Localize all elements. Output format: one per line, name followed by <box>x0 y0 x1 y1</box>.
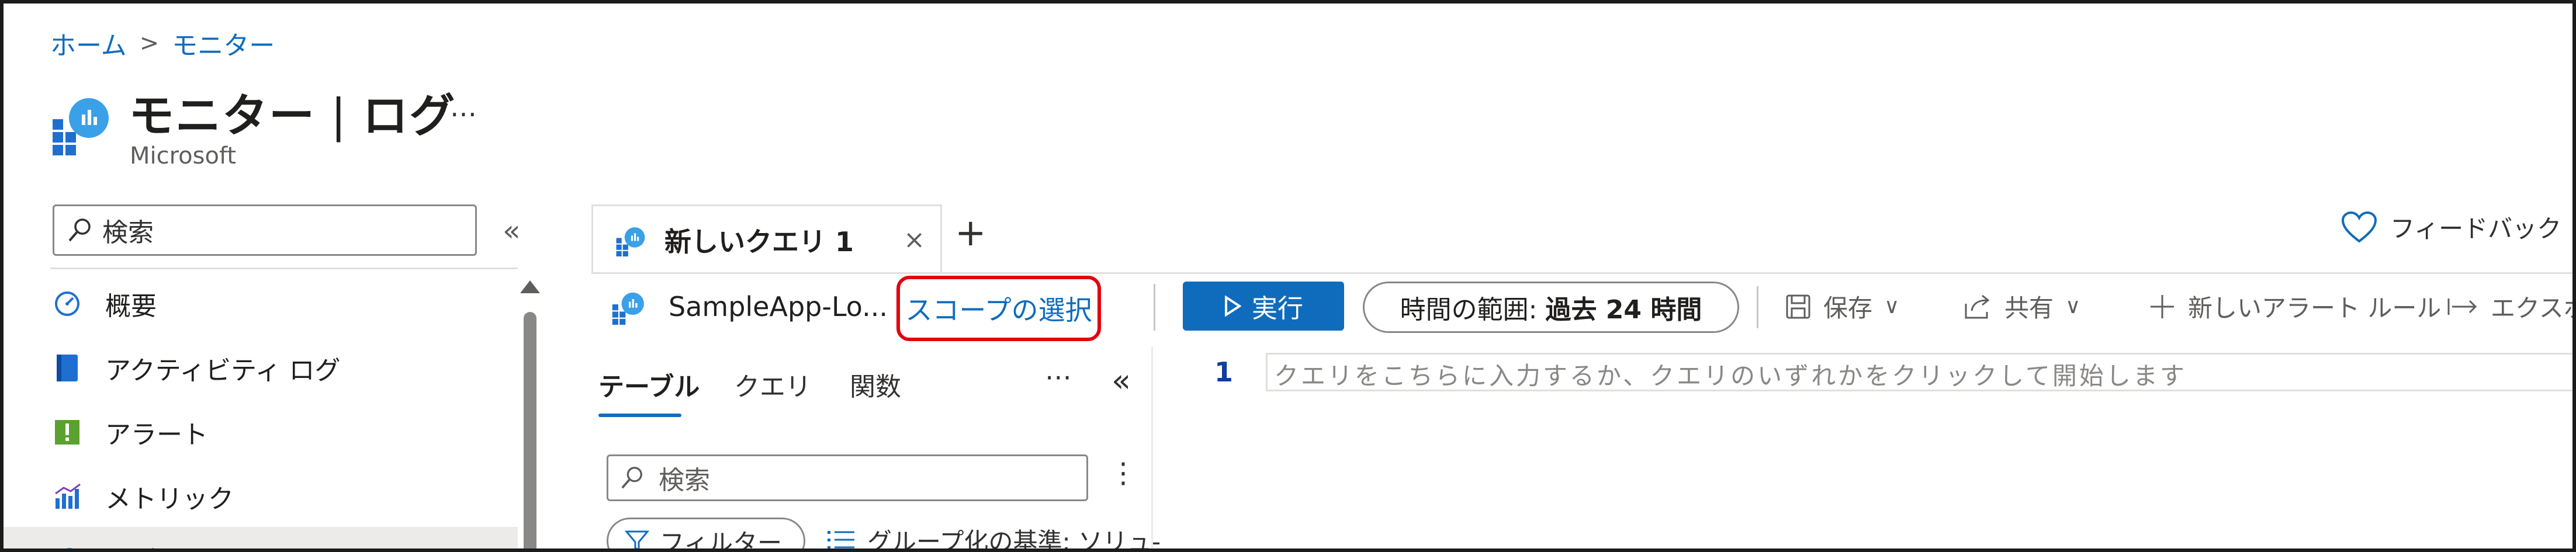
new-alert-rule-label: 新しいアラート ルール <box>2188 294 2442 322</box>
nav-search-placeholder: 検索 <box>102 218 154 248</box>
search-icon <box>68 218 91 242</box>
overview-gauge-icon <box>53 289 82 318</box>
metrics-icon <box>53 482 82 511</box>
panel-tab-functions[interactable]: 関数 <box>850 366 901 403</box>
heart-icon <box>2341 211 2377 243</box>
window-frame: ホーム > モニター モニター | ログ … Microsoft 検索 « 概要… <box>0 0 2576 552</box>
share-label: 共有 <box>2004 294 2054 322</box>
scope-resource-icon <box>611 289 646 327</box>
play-icon <box>1225 296 1241 317</box>
export-arrow-icon <box>2447 298 2477 315</box>
query-tab-icon <box>616 227 645 256</box>
scope-resource-name[interactable]: SampleApp-Lo... <box>669 291 888 322</box>
sidebar-item-label: メトリック <box>105 484 234 514</box>
nav-scrollbar-thumb[interactable] <box>524 312 536 548</box>
tab-label: 新しいクエリ 1 <box>664 225 854 258</box>
logs-icon <box>53 544 82 548</box>
list-icon <box>827 530 854 548</box>
sidebar-item-label: アラート <box>105 420 208 450</box>
time-range-button[interactable]: 時間の範囲: 過去 24 時間 <box>1363 282 1739 333</box>
tab-bar-divider <box>591 272 2572 274</box>
panel-tab-queries[interactable]: クエリ <box>734 366 811 403</box>
save-button[interactable]: 保存 ∨ <box>1785 289 1899 324</box>
sidebar-item-label: 概要 <box>105 291 157 321</box>
alert-icon <box>53 418 82 447</box>
sidebar-item-logs[interactable]: ログ <box>53 540 157 548</box>
group-by-label: グループ化の基準: ソリュ- <box>867 527 1161 552</box>
breadcrumb-separator: > <box>139 30 160 57</box>
sidebar-item-label: ログ <box>105 540 157 548</box>
breadcrumb-home-link[interactable]: ホーム <box>50 25 127 62</box>
panel-tab-tables[interactable]: テーブル <box>598 366 700 403</box>
search-icon <box>621 467 642 489</box>
sidebar-item-overview[interactable]: 概要 <box>53 285 157 322</box>
query-editor-placeholder: クエリをこちらに入力するか、クエリのいずれかをクリックして開始します <box>1274 362 2187 390</box>
page-title: モニター | ログ <box>129 90 456 143</box>
filter-label: フィルター <box>660 528 783 552</box>
panel-search-placeholder: 検索 <box>659 466 710 495</box>
filter-button[interactable]: フィルター <box>607 518 805 552</box>
panel-search-input[interactable]: 検索 <box>607 454 1088 501</box>
scroll-up-arrow-icon[interactable] <box>520 280 540 293</box>
grid-view-icon[interactable] <box>2571 215 2572 244</box>
time-range-value: 過去 24 時間 <box>1545 295 1702 325</box>
toolbar-separator <box>1154 284 1155 331</box>
breadcrumb-monitor-link[interactable]: モニター <box>172 25 275 62</box>
active-tab-indicator <box>598 414 681 417</box>
panel-divider <box>1151 347 1153 548</box>
activity-log-icon <box>53 353 82 383</box>
filter-icon <box>625 530 649 548</box>
select-scope-button[interactable]: スコープの選択 <box>896 276 1101 341</box>
page-subtitle: Microsoft <box>130 143 237 169</box>
share-button[interactable]: 共有 ∨ <box>1964 289 2080 324</box>
plus-icon <box>2151 294 2174 318</box>
chevron-down-icon: ∨ <box>1884 294 1900 318</box>
share-icon <box>1965 294 1990 318</box>
sidebar-item-alerts[interactable]: アラート <box>53 414 208 451</box>
sidebar-item-label: アクティビティ ログ <box>105 356 341 386</box>
nav-search-input[interactable]: 検索 <box>53 204 477 256</box>
header-more-button[interactable]: … <box>450 91 477 123</box>
save-icon <box>1786 294 1810 318</box>
add-tab-button[interactable]: + <box>955 211 986 255</box>
editor-line-number: 1 <box>1214 356 1234 388</box>
tab-close-icon[interactable]: × <box>903 225 925 255</box>
collapse-nav-button[interactable]: « <box>503 214 521 248</box>
nav-divider <box>50 268 518 269</box>
chevron-down-icon: ∨ <box>2065 294 2081 318</box>
toolbar-separator <box>1757 286 1758 328</box>
save-label: 保存 <box>1823 294 1873 322</box>
time-range-label: 時間の範囲: <box>1400 295 1538 325</box>
sidebar-item-activity-log[interactable]: アクティビティ ログ <box>53 349 341 387</box>
panel-options-button[interactable]: ⋮ <box>1109 457 1137 489</box>
feedback-button[interactable]: フィードバック <box>2341 209 2561 245</box>
sidebar-item-metrics[interactable]: メトリック <box>53 478 234 515</box>
new-alert-rule-button[interactable]: 新しいアラート ルール <box>2148 289 2441 324</box>
export-button[interactable]: エクスポ <box>2446 289 2572 324</box>
panel-collapse-button[interactable]: « <box>1112 362 1131 399</box>
tab-new-query-1[interactable]: 新しいクエリ 1 × <box>591 204 942 273</box>
panel-more-button[interactable]: ⋯ <box>1045 361 1072 393</box>
run-label: 実行 <box>1252 294 1303 324</box>
breadcrumb: ホーム > モニター <box>50 25 275 62</box>
monitor-app-icon <box>53 91 111 155</box>
run-button[interactable]: 実行 <box>1183 282 1344 331</box>
group-by-button[interactable]: グループ化の基準: ソリュ- <box>826 522 1161 552</box>
export-label: エクスポ <box>2491 294 2572 322</box>
feedback-label: フィードバック <box>2390 214 2562 243</box>
